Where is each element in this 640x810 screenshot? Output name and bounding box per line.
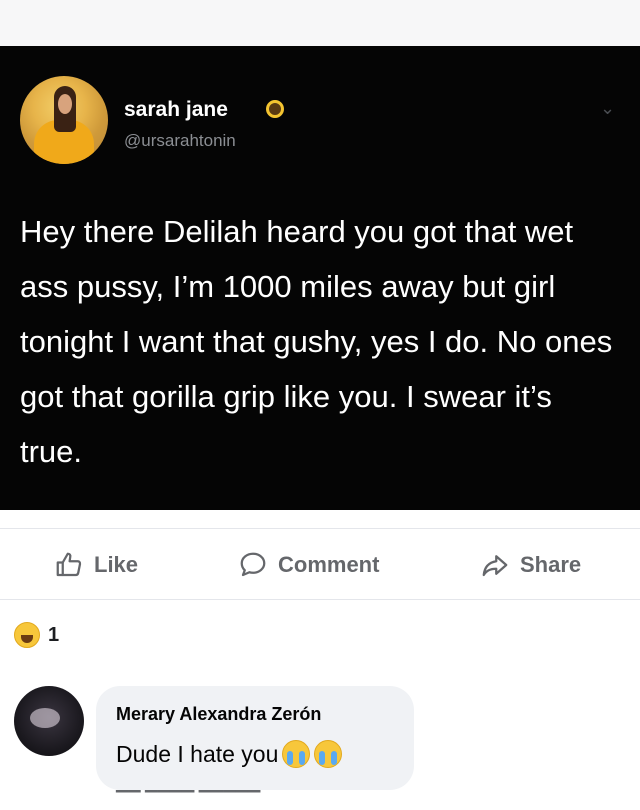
tweet-screenshot: sarah jane @ursarahtonin ⌄ Hey there Del… xyxy=(0,46,640,510)
share-icon xyxy=(482,555,508,577)
tweet-text: Hey there Delilah heard you got that wet… xyxy=(20,214,613,469)
reaction-summary[interactable]: 1 xyxy=(14,622,59,648)
haha-reaction-icon xyxy=(14,622,40,648)
comment-text: Dude I hate you xyxy=(116,740,279,767)
like-button[interactable]: Like xyxy=(54,547,138,583)
share-label: Share xyxy=(520,552,582,577)
commenter-avatar[interactable] xyxy=(14,686,84,756)
comment-button[interactable]: Comment xyxy=(238,547,379,583)
share-button[interactable]: Share xyxy=(480,547,581,583)
tweet-author-avatar xyxy=(20,76,108,164)
commenter-name[interactable]: Merary Alexandra Zerón xyxy=(116,704,321,725)
comment-icon xyxy=(240,552,266,577)
comment-meta-cropped: ▔▔ ▔▔▔▔ ▔▔▔▔▔ xyxy=(116,792,261,809)
reaction-count: 1 xyxy=(48,623,60,646)
tweet-author-name: sarah jane xyxy=(124,98,228,121)
chevron-down-icon: ⌄ xyxy=(600,98,616,118)
comment-label: Comment xyxy=(278,552,380,577)
thumbs-up-icon xyxy=(56,552,82,577)
post-actions-bar: Like Comment Share xyxy=(0,528,640,600)
comment-bubble: Merary Alexandra Zerón Dude I hate you xyxy=(96,686,414,790)
tweet-handle: @ursarahtonin xyxy=(124,131,236,150)
crying-face-icon xyxy=(314,740,343,768)
cropped-header-fragment: ▔▔▔ xyxy=(90,0,130,11)
crying-face-icon xyxy=(282,740,311,768)
sunflower-icon xyxy=(266,100,284,118)
like-label: Like xyxy=(94,552,139,577)
top-strip: ▔▔▔ xyxy=(0,0,640,46)
comment-body: Dude I hate you xyxy=(116,740,343,768)
